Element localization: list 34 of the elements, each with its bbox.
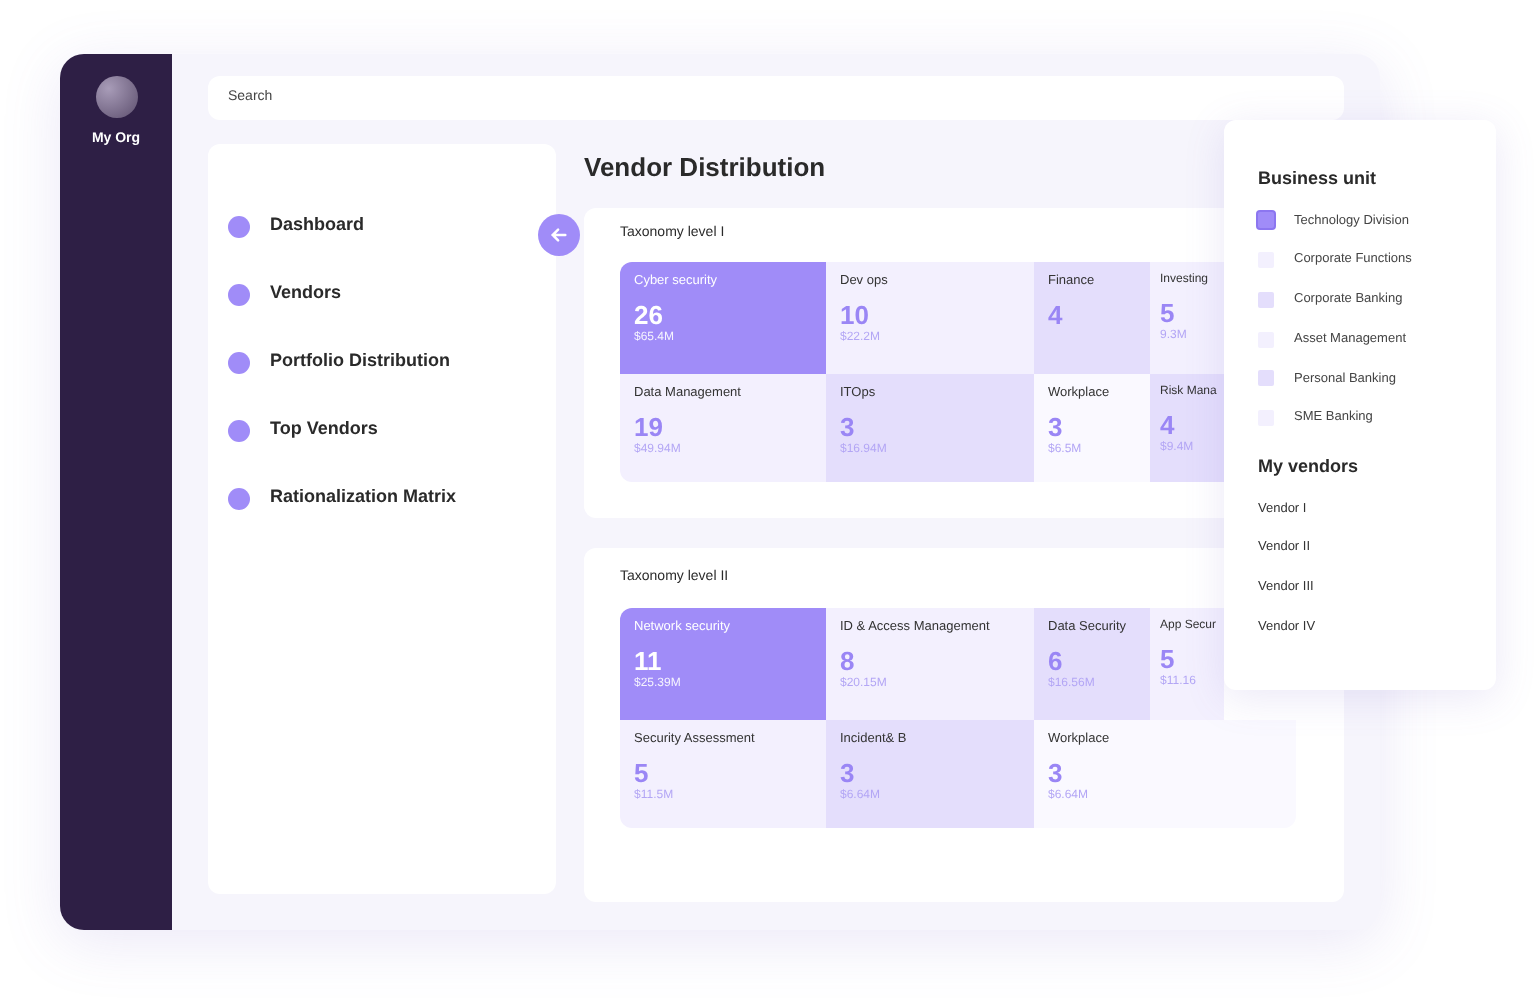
nav-item[interactable]: Vendors: [270, 280, 342, 308]
back-button[interactable]: [538, 214, 580, 256]
arrow-left-icon: [550, 226, 568, 244]
tile-count: 10: [840, 301, 869, 328]
tile-count: 5: [1160, 646, 1175, 672]
nav-item[interactable]: Rationalization Matrix: [270, 484, 457, 512]
page-title: Vendor Distribution: [584, 150, 826, 186]
tile-count: 19: [634, 413, 663, 440]
tile-count: 11: [634, 647, 662, 674]
tile-count: 8: [840, 647, 855, 674]
checkbox[interactable]: [1258, 370, 1274, 387]
section-heading: My vendors: [1258, 454, 1361, 480]
tile-count: 26: [634, 301, 663, 328]
nav-item[interactable]: Dashboard: [270, 212, 365, 240]
tile-count: 3: [840, 759, 855, 786]
tile-count: 3: [840, 413, 855, 440]
checkbox[interactable]: [1258, 212, 1274, 229]
tile-count: 6: [1048, 647, 1063, 674]
tile-count: 5: [634, 759, 649, 786]
nav-item[interactable]: Top Vendors: [270, 416, 378, 444]
tile-count: 3: [1048, 413, 1063, 440]
avatar-icon[interactable]: [95, 76, 137, 118]
bullet-icon: [228, 487, 250, 509]
bullet-icon: [228, 215, 250, 237]
tile-count: 4: [1048, 301, 1063, 328]
checkbox[interactable]: [1258, 291, 1274, 308]
section-heading: Business unit: [1258, 166, 1379, 192]
tile-count: 4: [1160, 412, 1175, 438]
bullet-icon: [228, 419, 250, 441]
nav-item[interactable]: Portfolio Distribution: [270, 348, 450, 376]
bullet-icon: [228, 283, 250, 305]
bullet-icon: [228, 351, 250, 373]
tile-count: 5: [1160, 300, 1175, 326]
tile-count: 3: [1048, 759, 1063, 786]
